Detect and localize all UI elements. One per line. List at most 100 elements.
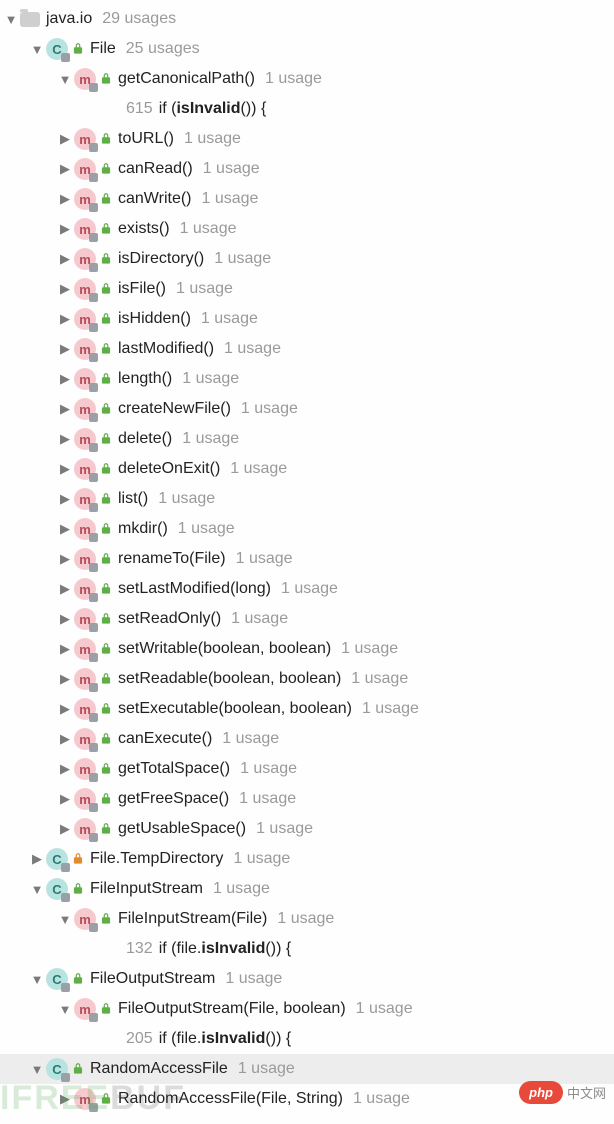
method-row[interactable]: m RandomAccessFile(File, String) 1 usage (0, 1084, 614, 1114)
lock-icon (98, 611, 114, 627)
usage-count: 1 usage (241, 400, 298, 418)
lock-icon (70, 851, 86, 867)
usage-count: 1 usage (158, 490, 215, 508)
chevron-right-icon[interactable] (56, 821, 74, 837)
chevron-down-icon[interactable] (28, 42, 46, 57)
usage-count: 1 usage (231, 610, 288, 628)
method-list: mgetCanonicalPath()1 usage615if (isInval… (0, 64, 614, 844)
method-row[interactable]: msetLastModified(long)1 usage (0, 574, 614, 604)
method-icon: m (74, 548, 96, 570)
method-icon: m (74, 668, 96, 690)
chevron-right-icon[interactable] (56, 1091, 74, 1107)
chevron-right-icon[interactable] (56, 341, 74, 357)
chevron-right-icon[interactable] (56, 581, 74, 597)
method-name: delete() (118, 430, 172, 448)
usages-tree: java.io 29 usages C File 25 usages mgetC… (0, 0, 614, 1118)
code-text: if (isInvalid()) { (159, 100, 267, 118)
method-row[interactable]: misFile()1 usage (0, 274, 614, 304)
method-icon: m (74, 458, 96, 480)
class-row-file[interactable]: C File 25 usages (0, 34, 614, 64)
method-row[interactable]: msetExecutable(boolean, boolean)1 usage (0, 694, 614, 724)
method-row[interactable]: m FileOutputStream(File, boolean) 1 usag… (0, 994, 614, 1024)
lock-icon (98, 821, 114, 837)
lock-icon (98, 581, 114, 597)
method-name: exists() (118, 220, 170, 238)
method-row[interactable]: mcanRead()1 usage (0, 154, 614, 184)
chevron-right-icon[interactable] (56, 521, 74, 537)
chevron-right-icon[interactable] (56, 641, 74, 657)
method-name: canExecute() (118, 730, 212, 748)
usage-count: 1 usage (224, 340, 281, 358)
lock-icon (98, 1001, 114, 1017)
method-row[interactable]: misDirectory()1 usage (0, 244, 614, 274)
chevron-right-icon[interactable] (56, 431, 74, 447)
method-row[interactable]: msetReadOnly()1 usage (0, 604, 614, 634)
method-row[interactable]: mlastModified()1 usage (0, 334, 614, 364)
chevron-right-icon[interactable] (56, 371, 74, 387)
method-row[interactable]: mdeleteOnExit()1 usage (0, 454, 614, 484)
chevron-right-icon[interactable] (56, 551, 74, 567)
chevron-right-icon[interactable] (56, 251, 74, 267)
chevron-down-icon[interactable] (2, 12, 20, 27)
chevron-right-icon[interactable] (56, 791, 74, 807)
method-row[interactable]: mrenameTo(File)1 usage (0, 544, 614, 574)
code-line[interactable]: 615if (isInvalid()) { (0, 94, 614, 124)
usage-count: 1 usage (202, 190, 259, 208)
method-row[interactable]: mexists()1 usage (0, 214, 614, 244)
usage-count: 1 usage (233, 850, 290, 868)
class-row-raf[interactable]: C RandomAccessFile 1 usage (0, 1054, 614, 1084)
method-icon: m (74, 158, 96, 180)
method-row[interactable]: misHidden()1 usage (0, 304, 614, 334)
chevron-right-icon[interactable] (56, 161, 74, 177)
lock-icon (98, 371, 114, 387)
method-row[interactable]: m FileInputStream(File) 1 usage (0, 904, 614, 934)
method-row[interactable]: mlength()1 usage (0, 364, 614, 394)
package-row[interactable]: java.io 29 usages (0, 4, 614, 34)
code-text: if (file.isInvalid()) { (159, 940, 291, 958)
chevron-down-icon[interactable] (28, 882, 46, 897)
chevron-down-icon[interactable] (56, 72, 74, 87)
chevron-down-icon[interactable] (56, 912, 74, 927)
method-name: canWrite() (118, 190, 192, 208)
method-row[interactable]: msetWritable(boolean, boolean)1 usage (0, 634, 614, 664)
method-name: getCanonicalPath() (118, 70, 255, 88)
method-row[interactable]: mgetTotalSpace()1 usage (0, 754, 614, 784)
usage-count: 1 usage (236, 550, 293, 568)
lock-icon (98, 491, 114, 507)
method-row[interactable]: mcanWrite()1 usage (0, 184, 614, 214)
method-row[interactable]: mmkdir()1 usage (0, 514, 614, 544)
chevron-right-icon[interactable] (56, 221, 74, 237)
method-row[interactable]: msetReadable(boolean, boolean)1 usage (0, 664, 614, 694)
class-row-fis[interactable]: C FileInputStream 1 usage (0, 874, 614, 904)
chevron-down-icon[interactable] (28, 1062, 46, 1077)
chevron-right-icon[interactable] (56, 281, 74, 297)
usage-count: 1 usage (214, 250, 271, 268)
method-row[interactable]: mcreateNewFile()1 usage (0, 394, 614, 424)
chevron-right-icon[interactable] (28, 851, 46, 867)
chevron-right-icon[interactable] (56, 191, 74, 207)
class-row-tempdir[interactable]: C File.TempDirectory 1 usage (0, 844, 614, 874)
chevron-right-icon[interactable] (56, 731, 74, 747)
chevron-right-icon[interactable] (56, 131, 74, 147)
chevron-right-icon[interactable] (56, 311, 74, 327)
chevron-right-icon[interactable] (56, 611, 74, 627)
method-row[interactable]: mcanExecute()1 usage (0, 724, 614, 754)
method-row[interactable]: mgetFreeSpace()1 usage (0, 784, 614, 814)
class-row-fos[interactable]: C FileOutputStream 1 usage (0, 964, 614, 994)
method-row[interactable]: mgetCanonicalPath()1 usage (0, 64, 614, 94)
chevron-right-icon[interactable] (56, 461, 74, 477)
method-row[interactable]: mgetUsableSpace()1 usage (0, 814, 614, 844)
chevron-down-icon[interactable] (28, 972, 46, 987)
chevron-right-icon[interactable] (56, 761, 74, 777)
chevron-right-icon[interactable] (56, 401, 74, 417)
chevron-down-icon[interactable] (56, 1002, 74, 1017)
usage-count: 1 usage (203, 160, 260, 178)
method-row[interactable]: mlist()1 usage (0, 484, 614, 514)
chevron-right-icon[interactable] (56, 491, 74, 507)
method-row[interactable]: mdelete()1 usage (0, 424, 614, 454)
method-row[interactable]: mtoURL()1 usage (0, 124, 614, 154)
chevron-right-icon[interactable] (56, 671, 74, 687)
code-line[interactable]: 132 if (file.isInvalid()) { (0, 934, 614, 964)
code-line[interactable]: 205 if (file.isInvalid()) { (0, 1024, 614, 1054)
chevron-right-icon[interactable] (56, 701, 74, 717)
